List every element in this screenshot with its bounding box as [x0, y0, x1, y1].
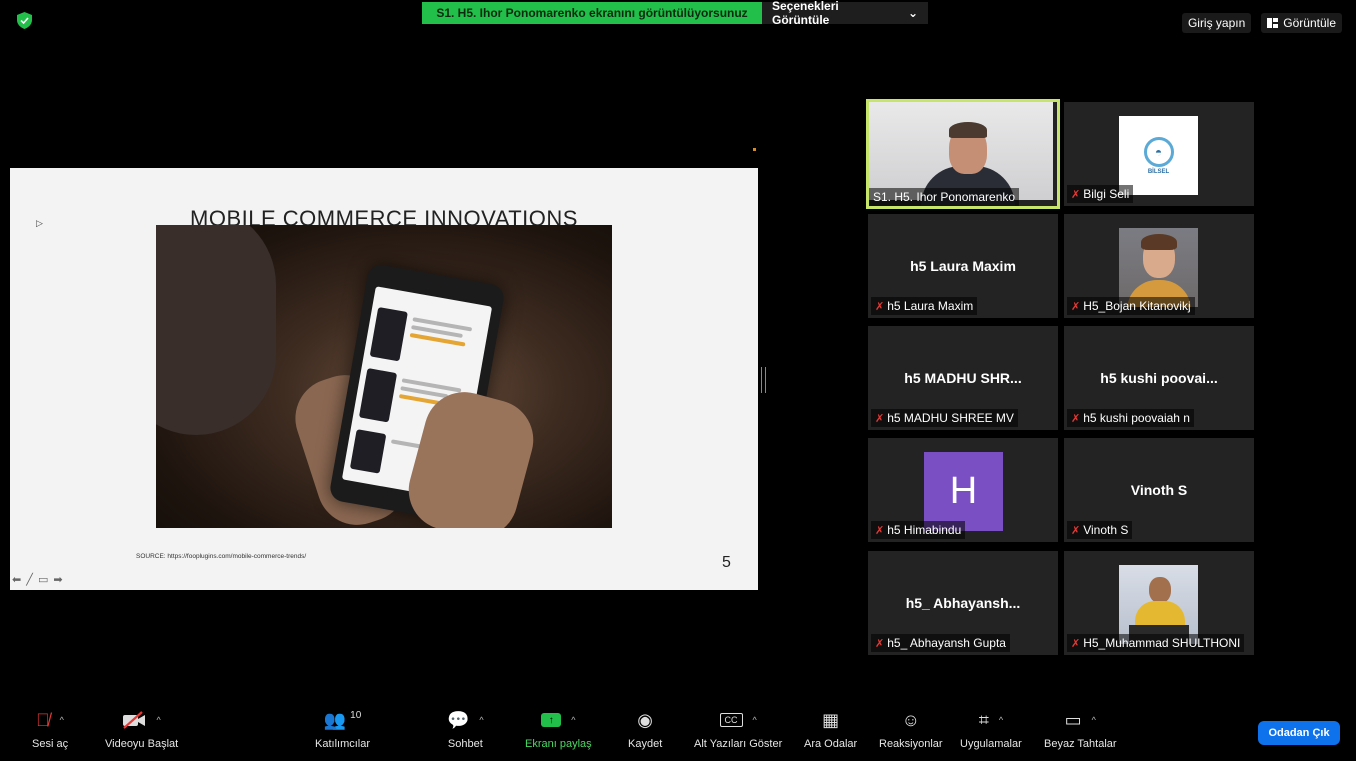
- viewer-head: [156, 225, 276, 435]
- name-tag: ✗ h5 Himabindu: [871, 521, 966, 539]
- shield-icon[interactable]: [17, 12, 32, 29]
- name-tag: ✗ h5_ Abhayansh Gupta: [871, 634, 1010, 652]
- chevron-up-icon: ^: [998, 715, 1004, 725]
- name-tag: ✗ H5_Bojan Kitanovikj: [1067, 297, 1195, 315]
- video-feed: [869, 102, 1053, 206]
- chevron-up-icon: ^: [1091, 715, 1096, 725]
- participant-tile[interactable]: H ✗ h5 Himabindu: [868, 438, 1058, 542]
- participants-button[interactable]: 👥 10 Katılımcılar: [315, 708, 370, 751]
- name-tag: ✗ h5 MADHU SHREE MV: [871, 409, 1018, 427]
- whiteboards-button[interactable]: ▭ ^ Beyaz Tahtalar: [1044, 708, 1117, 751]
- signin-button[interactable]: Giriş yapın: [1181, 13, 1252, 33]
- chevron-up-icon: ^: [59, 715, 64, 725]
- slide-number: 5: [722, 554, 731, 571]
- start-video-button[interactable]: ^ Videoyu Başlat: [105, 708, 178, 750]
- logo-text: BİLSEL: [1147, 168, 1170, 175]
- participant-tile[interactable]: S1. H5. Ihor Ponomarenko: [866, 99, 1060, 209]
- share-arrow-icon: ↑: [541, 713, 562, 727]
- chevron-down-icon: ⌄: [907, 6, 918, 20]
- recording-dot: [753, 148, 756, 151]
- profile-picture: [1119, 565, 1198, 644]
- participant-tile[interactable]: ◓ BİLSEL ✗ Bilgi Seli: [1064, 102, 1254, 206]
- mic-muted-icon: ✗: [1071, 637, 1081, 650]
- meeting-toolbar: 🎙̸ ^ Sesi aç ^ Videoyu Başlat 👥 10 Katılım…: [0, 700, 1356, 761]
- mic-muted-icon: ✗: [1071, 524, 1081, 537]
- participant-tile[interactable]: Vinoth S ✗ Vinoth S: [1064, 438, 1254, 542]
- participant-name-large: h5 kushi poovai...: [1100, 370, 1218, 386]
- participant-name-large: h5 MADHU SHR...: [904, 370, 1022, 386]
- slide-source: SOURCE: https://fooplugins.com/mobile-co…: [136, 553, 307, 560]
- chevron-up-icon: ^: [156, 715, 161, 725]
- slide-navigation[interactable]: ⬅ ╱ ▭ ➡: [12, 573, 64, 586]
- participant-tile[interactable]: h5_ Abhayansh... ✗ h5_ Abhayansh Gupta: [868, 551, 1058, 655]
- slide-photo: [156, 225, 612, 528]
- chat-bubble-icon: 💬: [447, 709, 470, 730]
- participant-name-large: Vinoth S: [1130, 482, 1188, 498]
- initial-avatar: H: [924, 452, 1003, 531]
- participants-icon: 👥: [323, 709, 347, 730]
- mic-off-icon: 🎙̸: [36, 709, 50, 730]
- mic-muted-icon: ✗: [1071, 300, 1081, 313]
- mic-muted-icon: ✗: [875, 524, 885, 537]
- participant-tile[interactable]: ✗ H5_Muhammad SHULTHONI: [1064, 551, 1254, 655]
- top-right-controls: Giriş yapın Görüntüle: [1181, 13, 1342, 33]
- whiteboard-icon: ▭: [1064, 709, 1082, 730]
- mic-muted-icon: ✗: [875, 637, 885, 650]
- smiley-plus-icon: ☺: [901, 709, 920, 730]
- name-tag: ✗ Bilgi Seli: [1067, 185, 1134, 203]
- participant-tile[interactable]: h5 MADHU SHR... ✗ h5 MADHU SHREE MV: [868, 326, 1058, 430]
- participant-tile[interactable]: h5 Laura Maxim ✗ h5 Laura Maxim: [868, 214, 1058, 318]
- participant-name-large: h5_ Abhayansh...: [905, 595, 1021, 611]
- split-resize-handle[interactable]: [761, 367, 766, 393]
- breakout-rooms-button[interactable]: ▦ Ara Odalar: [804, 708, 857, 751]
- presentation-slide: ▷ MOBILE COMMERCE INNOVATIONS SOURCE: ht…: [10, 168, 758, 590]
- view-options-button[interactable]: Seçenekleri Görüntüle ⌄: [762, 0, 928, 27]
- share-screen-button[interactable]: ↑ ^ Ekranı paylaş: [525, 708, 592, 750]
- video-off-icon: [123, 711, 146, 729]
- unmute-button[interactable]: 🎙̸ ^ Sesi aç: [32, 708, 68, 751]
- name-tag: S1. H5. Ihor Ponomarenko: [869, 188, 1020, 206]
- profile-picture: [1119, 228, 1198, 307]
- name-tag: ✗ h5 Laura Maxim: [871, 297, 978, 315]
- breakout-grid-icon: ▦: [822, 709, 840, 730]
- profile-picture: ◓ BİLSEL: [1119, 116, 1198, 195]
- mic-muted-icon: ✗: [875, 412, 885, 425]
- reactions-button[interactable]: ☺ Reaksiyonlar: [879, 708, 943, 751]
- record-icon: ◉: [637, 709, 653, 730]
- shared-screen[interactable]: ▷ MOBILE COMMERCE INNOVATIONS SOURCE: ht…: [10, 146, 758, 612]
- chevron-up-icon: ^: [479, 715, 484, 725]
- captions-button[interactable]: CC ^ Alt Yazıları Göster: [694, 708, 782, 750]
- signin-label: Giriş yapın: [1187, 16, 1246, 30]
- mic-muted-icon: ✗: [875, 300, 885, 313]
- screen-share-banner: S1. H5. Ihor Ponomarenko ekranını görünt…: [422, 0, 928, 27]
- mic-muted-icon: ✗: [1071, 412, 1081, 425]
- mic-muted-icon: ✗: [1071, 188, 1081, 201]
- participant-tile[interactable]: h5 kushi poovai... ✗ h5 kushi poovaiah n: [1064, 326, 1254, 430]
- chat-button[interactable]: 💬 ^ Sohbet: [447, 708, 484, 751]
- name-tag: ✗ H5_Muhammad SHULTHONI: [1067, 634, 1245, 652]
- logo-icon: ◓: [1143, 136, 1174, 167]
- chevron-up-icon: ^: [571, 715, 576, 725]
- sharing-status: S1. H5. Ihor Ponomarenko ekranını görünt…: [422, 2, 762, 24]
- participant-name-large: h5 Laura Maxim: [910, 258, 1016, 274]
- view-label: Görüntüle: [1283, 16, 1336, 30]
- leave-meeting-button[interactable]: Odadan Çık: [1258, 721, 1340, 745]
- apps-icon: ⌗: [978, 709, 989, 730]
- cc-icon: CC: [719, 713, 743, 727]
- name-tag: ✗ h5 kushi poovaiah n: [1067, 409, 1194, 427]
- participant-tile[interactable]: ✗ H5_Bojan Kitanovikj: [1064, 214, 1254, 318]
- name-tag: ✗ Vinoth S: [1067, 521, 1133, 539]
- chevron-up-icon: ^: [752, 715, 757, 725]
- view-options-label: Seçenekleri Görüntüle: [772, 0, 839, 27]
- view-button[interactable]: Görüntüle: [1261, 13, 1342, 33]
- record-button[interactable]: ◉ Kaydet: [628, 708, 662, 751]
- grid-view-icon: [1267, 18, 1279, 28]
- apps-button[interactable]: ⌗ ^ Uygulamalar: [960, 708, 1022, 751]
